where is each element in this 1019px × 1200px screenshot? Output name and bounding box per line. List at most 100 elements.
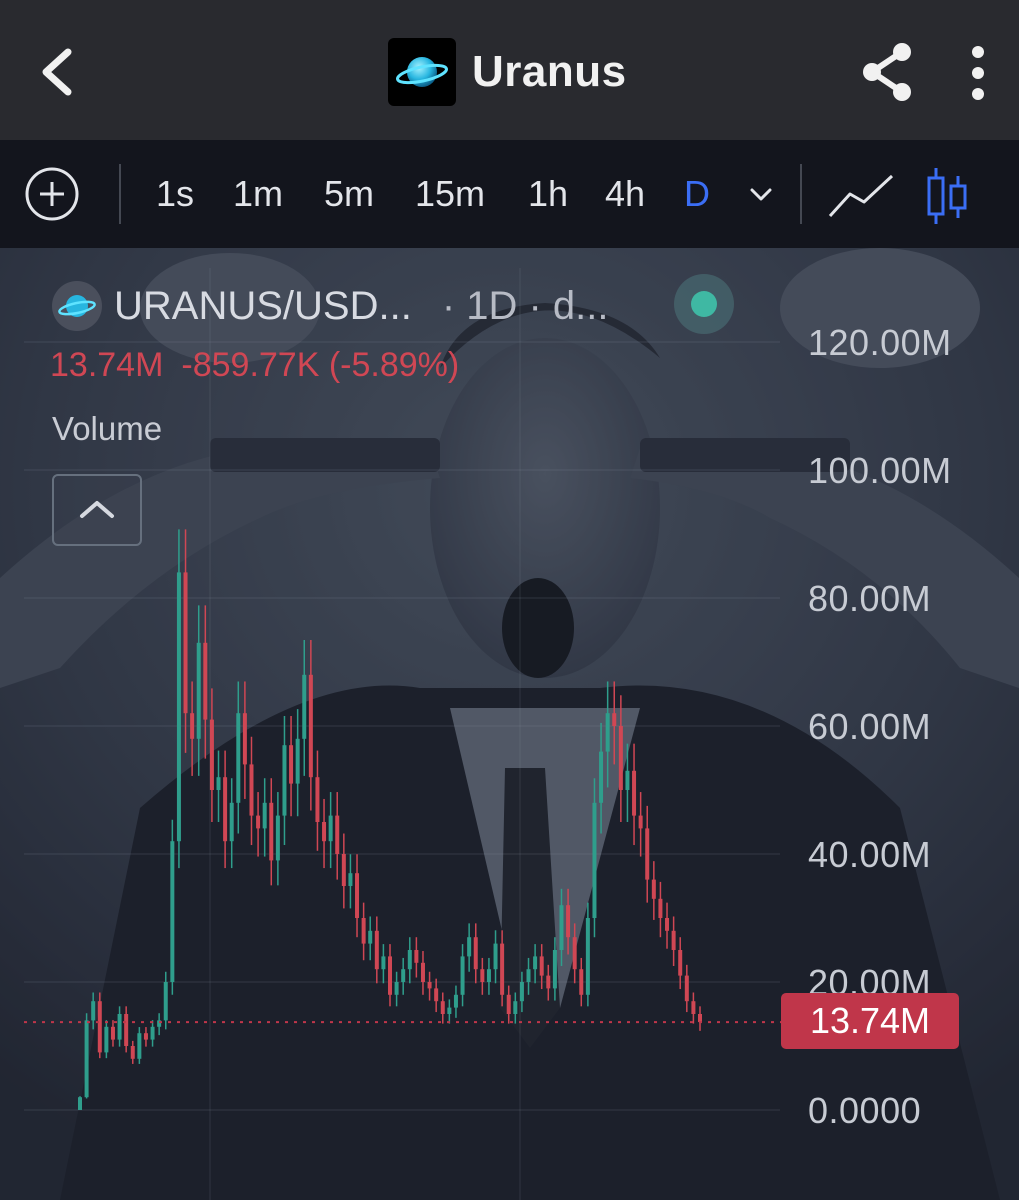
volume-bar <box>506 994 511 1014</box>
volume-bar <box>388 956 392 995</box>
volume-bar <box>453 994 458 1008</box>
volume-bar <box>671 930 676 950</box>
back-arrow-icon <box>42 48 72 96</box>
volume-bar <box>209 719 214 790</box>
volume-bar <box>658 898 663 918</box>
line-chart-button[interactable] <box>826 170 896 222</box>
volume-bar <box>361 918 366 944</box>
volume-bar <box>526 969 531 982</box>
share-icon <box>863 43 911 101</box>
volume-bar <box>698 1014 702 1023</box>
pair-logo-icon <box>52 281 102 331</box>
volume-bar <box>618 726 623 790</box>
volume-bar <box>546 975 551 989</box>
timeframe-4h[interactable]: 4h <box>605 170 645 218</box>
volume-bar <box>645 828 650 880</box>
volume-bar <box>328 815 333 842</box>
volume-bar <box>308 674 313 778</box>
uranus-logo-icon <box>388 38 456 106</box>
volume-bar <box>223 777 228 842</box>
volume-bar <box>447 1007 452 1014</box>
volume-bar <box>473 937 478 970</box>
volume-bar <box>322 822 327 842</box>
volume-bar <box>78 1097 82 1110</box>
volume-bar <box>632 770 637 816</box>
timeframe-1h[interactable]: 1h <box>528 170 568 218</box>
volume-bar <box>137 1033 142 1059</box>
volume-bar <box>97 1001 102 1053</box>
timeframe-d[interactable]: D <box>684 170 710 218</box>
collapse-legend-button[interactable] <box>52 474 142 546</box>
y-axis-label: 120.00M <box>808 322 952 363</box>
volume-bar <box>84 1020 89 1098</box>
volume-bar <box>605 713 610 752</box>
volume-bar <box>256 815 261 829</box>
volume-bar <box>190 713 195 739</box>
back-button[interactable] <box>30 42 90 102</box>
share-button[interactable] <box>856 40 918 104</box>
volume-bar <box>315 777 320 822</box>
toolbar-divider <box>800 164 802 224</box>
volume-bar <box>651 879 656 899</box>
volume-bar <box>335 815 340 854</box>
volume-bar <box>665 918 670 931</box>
volume-bar <box>579 969 584 995</box>
app-screen: Uranus 1s 1m 5m 15m 1h 4h D URANUS/USD..… <box>0 0 1019 1200</box>
volume-bar <box>552 950 557 989</box>
pair-name[interactable]: URANUS/USD... <box>114 284 412 329</box>
volume-bar <box>348 873 353 886</box>
volume-bar <box>500 943 505 995</box>
volume-bar <box>533 956 538 970</box>
volume-bar <box>289 745 294 784</box>
volume-bar <box>394 982 399 995</box>
volume-bar <box>249 764 254 816</box>
volume-bar <box>236 713 241 803</box>
change-value: -859.77K (-5.89%) <box>181 346 460 384</box>
more-vertical-icon <box>972 46 984 100</box>
toolbar-divider <box>119 164 121 224</box>
volume-bar <box>104 1026 109 1053</box>
timeframe-5m[interactable]: 5m <box>324 170 374 218</box>
volume-bar <box>183 572 188 714</box>
volume-bar <box>150 1026 155 1040</box>
chart-panel[interactable]: URANUS/USD... · 1D · d... 13.74M -859.77… <box>0 248 1019 1200</box>
volume-bar <box>368 930 373 944</box>
line-chart-icon <box>828 174 894 218</box>
market-status-indicator <box>674 274 734 334</box>
volume-bar <box>678 950 683 976</box>
chevron-up-icon <box>80 501 114 518</box>
timeframe-1s[interactable]: 1s <box>156 170 194 218</box>
chart-toolbar: 1s 1m 5m 15m 1h 4h D <box>0 140 1019 248</box>
volume-bar <box>110 1026 115 1040</box>
volume-bar <box>599 751 604 803</box>
y-axis-label: 40.00M <box>808 834 932 875</box>
volume-bar <box>117 1014 122 1040</box>
timeframe-dropdown-button[interactable] <box>744 176 778 212</box>
volume-bar <box>275 815 280 861</box>
more-options-button[interactable] <box>958 42 998 104</box>
volume-bar <box>592 802 597 918</box>
volume-bar <box>401 969 406 982</box>
volume-bar <box>612 713 617 726</box>
volume-bar <box>434 988 439 1002</box>
y-axis-label: 80.00M <box>808 578 932 619</box>
title-group: Uranus <box>388 38 627 106</box>
volume-bar <box>460 956 465 995</box>
volume-bar <box>176 572 181 842</box>
volume-bar <box>143 1033 148 1040</box>
volume-bar <box>216 777 221 790</box>
timeframe-1m[interactable]: 1m <box>233 170 283 218</box>
volume-bar <box>295 738 300 784</box>
study-label: Volume <box>52 410 163 447</box>
volume-bar <box>302 674 307 739</box>
volume-bar <box>625 770 630 790</box>
volume-bar <box>170 841 175 982</box>
y-axis-label: 0.0000 <box>808 1090 922 1131</box>
chevron-down-icon <box>750 188 772 201</box>
candlestick-icon <box>927 168 967 224</box>
volume-bar <box>355 873 360 918</box>
add-indicator-button[interactable] <box>24 166 80 222</box>
volume-bar <box>440 1001 445 1014</box>
candlestick-chart-button[interactable] <box>920 164 974 228</box>
timeframe-15m[interactable]: 15m <box>415 170 485 218</box>
